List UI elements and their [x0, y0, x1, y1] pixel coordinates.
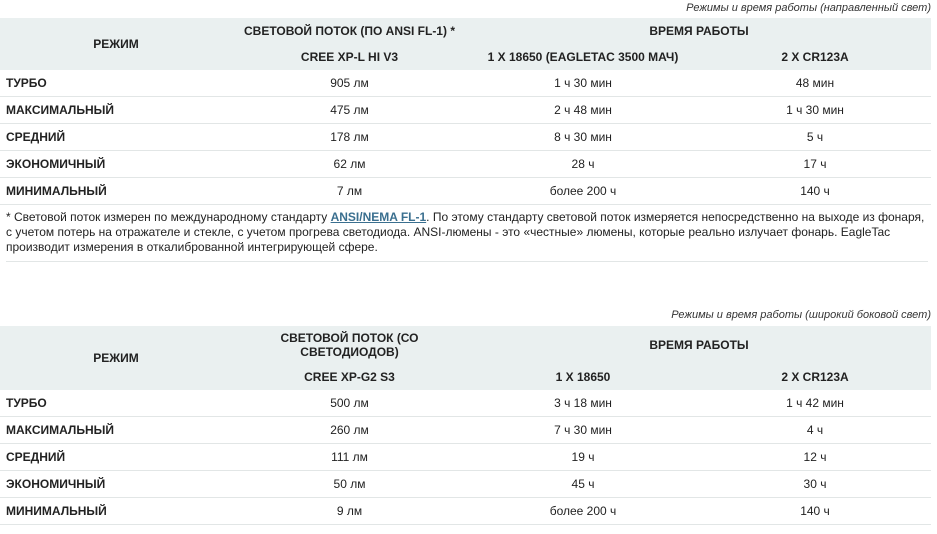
- runtime-table-wide: РЕЖИМ СВЕТОВОЙ ПОТОК (СО СВЕТОДИОДОВ) ВР…: [0, 326, 931, 525]
- runtime-cell: 19 ч: [467, 443, 699, 471]
- header-runtime-battery-2: 2 X CR123A: [699, 44, 931, 70]
- mode-cell: МИНИМАЛЬНЫЙ: [0, 177, 232, 205]
- footnote-prefix: * Световой поток измерен по международно…: [6, 210, 331, 224]
- runtime-cell: более 200 ч: [467, 177, 699, 205]
- table-row: МАКСИМАЛЬНЫЙ 260 лм 7 ч 30 мин 4 ч: [0, 416, 931, 444]
- runtime-cell: 17 ч: [699, 150, 931, 178]
- flux-cell: 475 лм: [232, 96, 467, 124]
- runtime-cell: 3 ч 18 мин: [467, 390, 699, 417]
- runtime-cell: 48 мин: [699, 70, 931, 97]
- runtime-cell: 140 ч: [699, 177, 931, 205]
- table1-caption: Режимы и время работы (направленный свет…: [686, 2, 931, 14]
- runtime-cell: 8 ч 30 мин: [467, 123, 699, 151]
- mode-cell: ТУРБО: [0, 70, 232, 97]
- table-row: СРЕДНИЙ 178 лм 8 ч 30 мин 5 ч: [0, 123, 931, 151]
- runtime-cell: 1 ч 42 мин: [699, 390, 931, 417]
- mode-cell: ЭКОНОМИЧНЫЙ: [0, 470, 232, 498]
- header-runtime-battery-1: 1 X 18650 (EAGLETAC 3500 МАЧ): [467, 44, 699, 70]
- header-runtime-battery-1: 1 X 18650: [467, 364, 699, 390]
- ansi-standard-link[interactable]: ANSI/NEMA FL-1: [331, 210, 427, 224]
- runtime-cell: 4 ч: [699, 416, 931, 444]
- header-runtime-group: ВРЕМЯ РАБОТЫ: [467, 326, 931, 364]
- mode-cell: СРЕДНИЙ: [0, 443, 232, 471]
- flux-cell: 905 лм: [232, 70, 467, 97]
- header-flux-led: CREE XP-G2 S3: [232, 364, 467, 390]
- runtime-cell: 28 ч: [467, 150, 699, 178]
- flux-cell: 111 лм: [232, 443, 467, 471]
- runtime-cell: более 200 ч: [467, 497, 699, 525]
- header-mode: РЕЖИМ: [0, 326, 232, 390]
- flux-cell: 62 лм: [232, 150, 467, 178]
- table-row: СРЕДНИЙ 111 лм 19 ч 12 ч: [0, 443, 931, 471]
- mode-cell: МИНИМАЛЬНЫЙ: [0, 497, 232, 525]
- runtime-cell: 7 ч 30 мин: [467, 416, 699, 444]
- table2-caption: Режимы и время работы (широкий боковой с…: [671, 309, 931, 321]
- table-row: ТУРБО 905 лм 1 ч 30 мин 48 мин: [0, 70, 931, 97]
- runtime-cell: 12 ч: [699, 443, 931, 471]
- table-row: МИНИМАЛЬНЫЙ 9 лм более 200 ч 140 ч: [0, 497, 931, 525]
- table-row: МИНИМАЛЬНЫЙ 7 лм более 200 ч 140 ч: [0, 177, 931, 205]
- flux-footnote: * Световой поток измерен по международно…: [6, 210, 928, 262]
- header-flux-led: CREE XP-L HI V3: [232, 44, 467, 70]
- flux-cell: 260 лм: [232, 416, 467, 444]
- runtime-cell: 1 ч 30 мин: [699, 96, 931, 124]
- runtime-cell: 30 ч: [699, 470, 931, 498]
- table-row: ЭКОНОМИЧНЫЙ 62 лм 28 ч 17 ч: [0, 150, 931, 178]
- mode-cell: МАКСИМАЛЬНЫЙ: [0, 416, 232, 444]
- mode-cell: ЭКОНОМИЧНЫЙ: [0, 150, 232, 178]
- flux-cell: 50 лм: [232, 470, 467, 498]
- header-runtime-battery-2: 2 X CR123A: [699, 364, 931, 390]
- header-flux-group: СВЕТОВОЙ ПОТОК (СО СВЕТОДИОДОВ): [232, 326, 467, 364]
- flux-cell: 9 лм: [232, 497, 467, 525]
- flux-cell: 500 лм: [232, 390, 467, 417]
- mode-cell: МАКСИМАЛЬНЫЙ: [0, 96, 232, 124]
- table-row: ТУРБО 500 лм 3 ч 18 мин 1 ч 42 мин: [0, 390, 931, 417]
- runtime-cell: 140 ч: [699, 497, 931, 525]
- runtime-cell: 45 ч: [467, 470, 699, 498]
- header-runtime-group: ВРЕМЯ РАБОТЫ: [467, 18, 931, 44]
- runtime-cell: 2 ч 48 мин: [467, 96, 699, 124]
- table-row: ЭКОНОМИЧНЫЙ 50 лм 45 ч 30 ч: [0, 470, 931, 498]
- header-flux-group: СВЕТОВОЙ ПОТОК (ПО ANSI FL-1) *: [232, 18, 467, 44]
- header-mode: РЕЖИМ: [0, 18, 232, 70]
- mode-cell: СРЕДНИЙ: [0, 123, 232, 151]
- flux-cell: 7 лм: [232, 177, 467, 205]
- table-row: МАКСИМАЛЬНЫЙ 475 лм 2 ч 48 мин 1 ч 30 ми…: [0, 96, 931, 124]
- runtime-table-focused: РЕЖИМ СВЕТОВОЙ ПОТОК (ПО ANSI FL-1) * ВР…: [0, 18, 931, 205]
- runtime-cell: 1 ч 30 мин: [467, 70, 699, 97]
- mode-cell: ТУРБО: [0, 390, 232, 417]
- flux-cell: 178 лм: [232, 123, 467, 151]
- runtime-cell: 5 ч: [699, 123, 931, 151]
